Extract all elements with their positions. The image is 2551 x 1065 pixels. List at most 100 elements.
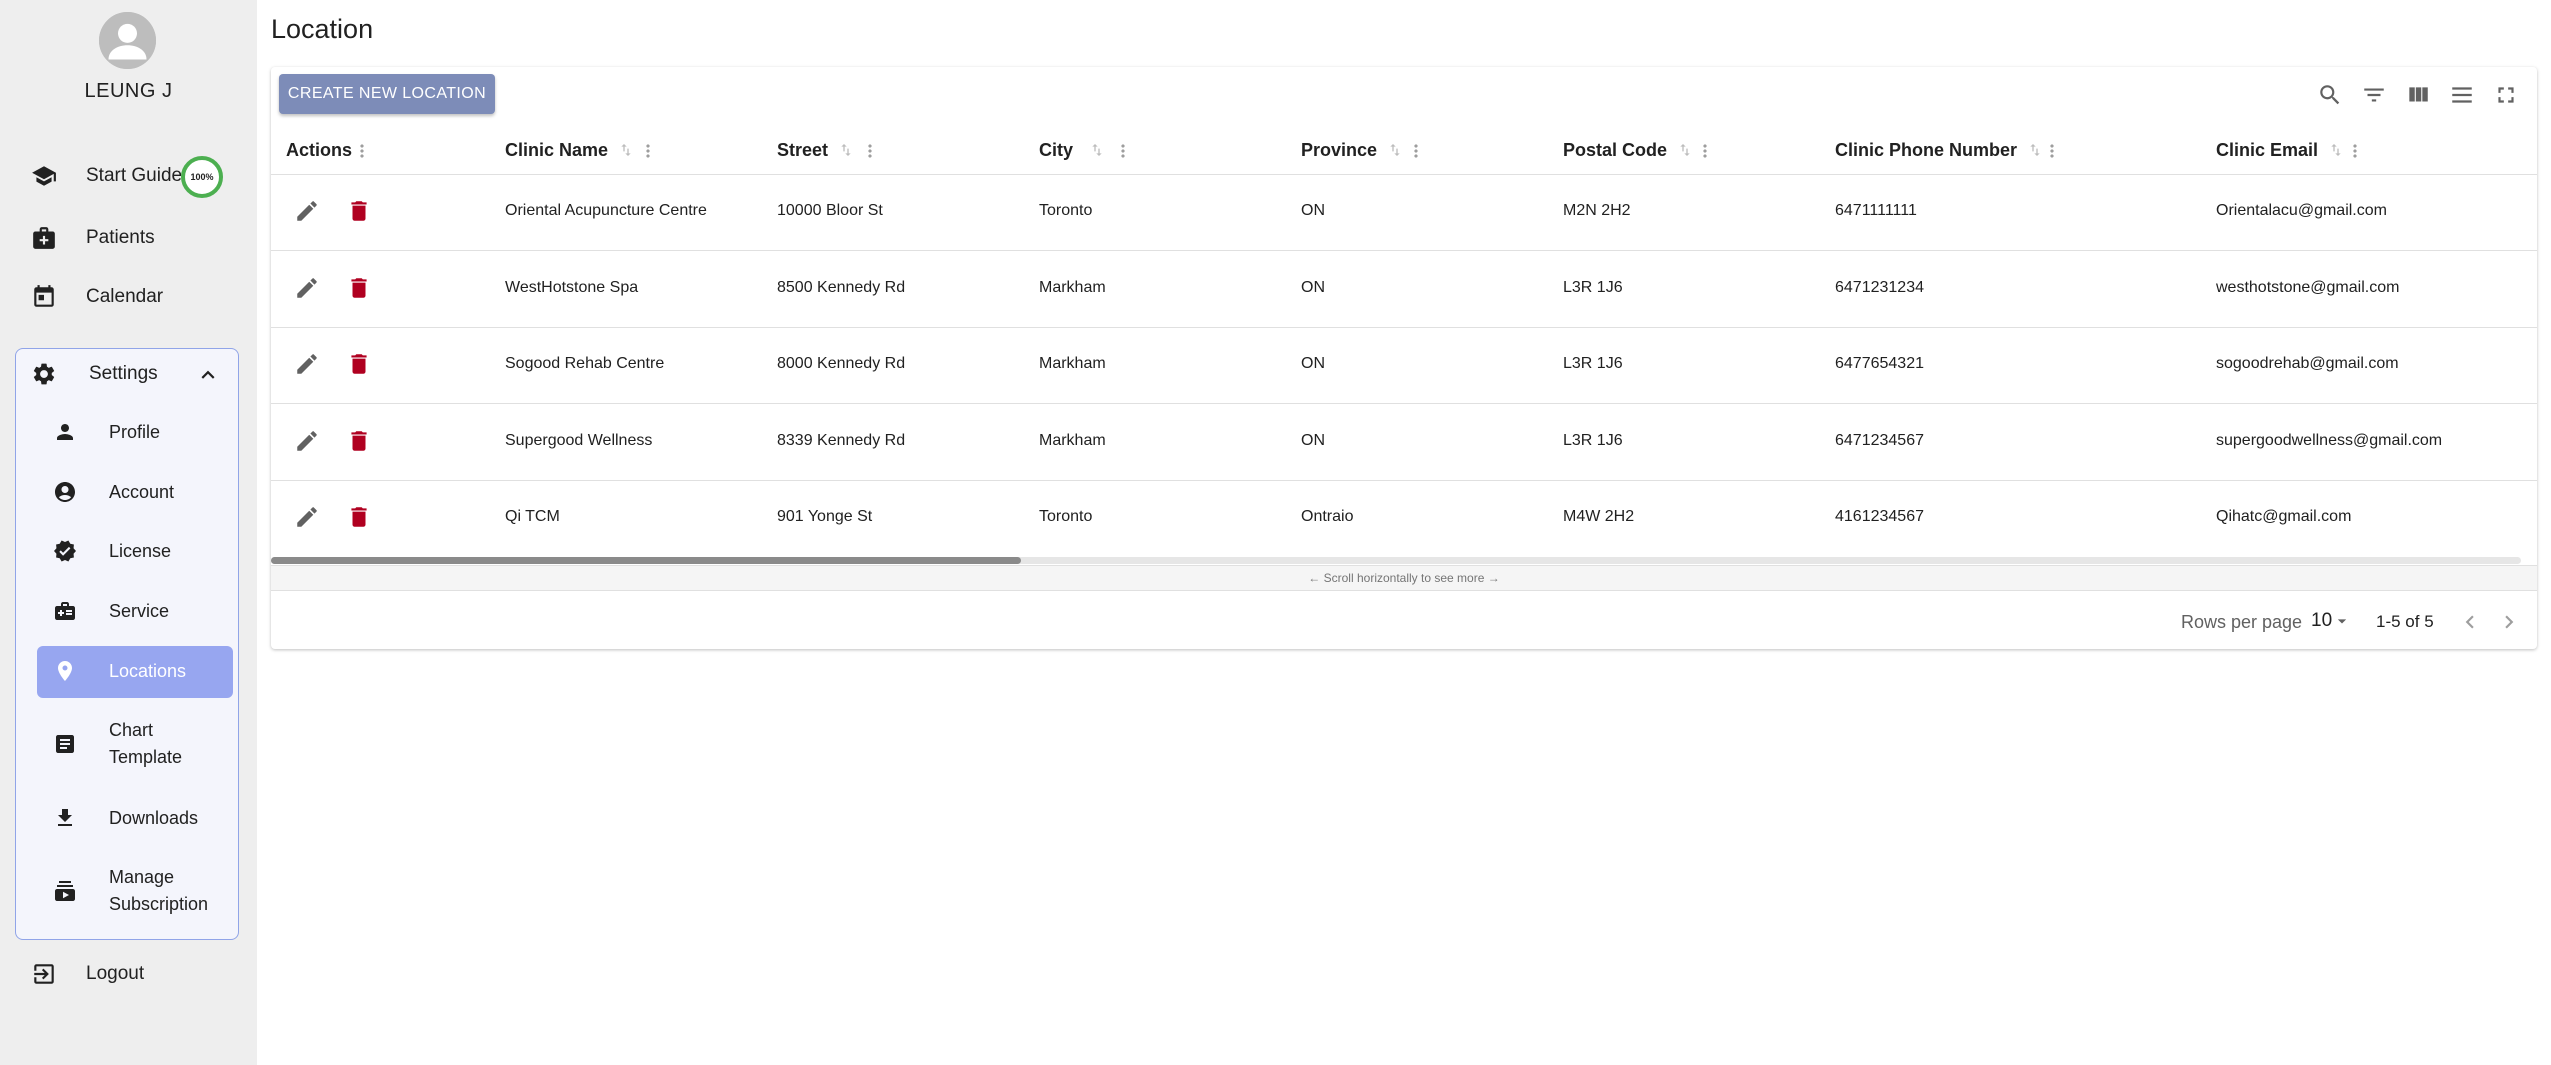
cell-province: ON <box>1301 432 1325 449</box>
delete-icon[interactable] <box>346 428 374 456</box>
edit-icon[interactable] <box>294 428 322 456</box>
rows-per-page-select[interactable]: 10 <box>2311 610 2352 632</box>
cell-street: 901 Yonge St <box>777 508 873 525</box>
edit-icon[interactable] <box>294 275 322 303</box>
next-page-icon[interactable] <box>2496 609 2522 635</box>
settings-item-license[interactable]: License <box>37 526 233 578</box>
column-header-street[interactable]: Street <box>777 138 854 162</box>
edit-icon[interactable] <box>294 504 322 532</box>
pagination-range: 1-5 of 5 <box>2376 612 2434 631</box>
cell-postal-code: M2N 2H2 <box>1563 202 1631 219</box>
settings-item-account[interactable]: Account <box>37 467 233 519</box>
settings-item-service[interactable]: Service <box>37 586 233 638</box>
cell-city: Toronto <box>1039 508 1093 525</box>
column-header-actions[interactable]: Actions <box>286 138 352 162</box>
settings-item-label: Manage Subscription <box>109 864 208 918</box>
scroll-hint: ← Scroll horizontally to see more → <box>1308 571 1500 585</box>
sidebar: LEUNG J Start Guide 100% Patients Calend… <box>0 0 257 1065</box>
column-header-label: Clinic Name <box>505 139 609 160</box>
delete-icon[interactable] <box>346 504 374 532</box>
settings-item-profile[interactable]: Profile <box>37 407 233 459</box>
column-header-label: Clinic Email <box>2216 139 2319 160</box>
document-icon <box>53 732 79 758</box>
column-header-clinic-name[interactable]: Clinic Name <box>505 138 634 162</box>
column-header-label: Province <box>1301 139 1378 160</box>
nav-logout[interactable]: Logout <box>0 946 257 1002</box>
medical-services-icon <box>53 599 79 625</box>
delete-icon[interactable] <box>346 198 374 226</box>
page-title: Location <box>271 14 374 44</box>
delete-icon[interactable] <box>346 351 374 379</box>
sort-icon[interactable] <box>2328 142 2344 158</box>
nav-calendar[interactable]: Calendar <box>0 269 257 325</box>
sort-icon[interactable] <box>1387 142 1403 158</box>
column-menu-icon[interactable] <box>352 140 372 162</box>
column-header-postal-code[interactable]: Postal Code <box>1563 138 1693 162</box>
column-header-clinic-email[interactable]: Clinic Email <box>2216 138 2344 162</box>
person-avatar-icon <box>99 12 156 69</box>
cell-street: 8339 Kennedy Rd <box>777 432 906 449</box>
cell-postal-code: L3R 1J6 <box>1563 432 1623 449</box>
columns-icon[interactable] <box>2405 82 2431 108</box>
divider <box>271 403 2537 404</box>
fullscreen-icon[interactable] <box>2493 82 2519 108</box>
column-menu-icon[interactable] <box>1406 140 1426 162</box>
cell-clinic-name: Sogood Rehab Centre <box>505 355 665 372</box>
settings-item-locations[interactable]: Locations <box>37 646 233 698</box>
cell-postal-code: L3R 1J6 <box>1563 355 1623 372</box>
dropdown-arrow-icon <box>2337 619 2347 624</box>
settings-label: Settings <box>89 363 158 384</box>
edit-icon[interactable] <box>294 351 322 379</box>
filter-icon[interactable] <box>2361 82 2387 108</box>
column-menu-icon[interactable] <box>2345 140 2365 162</box>
cell-street: 10000 Bloor St <box>777 202 883 219</box>
cell-postal-code: M4W 2H2 <box>1563 508 1635 525</box>
column-header-label: Clinic Phone Number <box>1835 139 2018 160</box>
divider <box>271 327 2537 328</box>
settings-item-label: License <box>109 541 172 561</box>
delete-icon[interactable] <box>346 275 374 303</box>
cell-email: westhotstone@gmail.com <box>2216 279 2400 296</box>
sort-icon[interactable] <box>838 142 854 158</box>
column-header-city[interactable]: City <box>1039 138 1105 162</box>
cell-province: ON <box>1301 279 1325 296</box>
density-icon[interactable] <box>2449 82 2475 108</box>
create-new-location-button[interactable]: CREATE NEW LOCATION <box>279 74 495 114</box>
search-icon[interactable] <box>2317 82 2343 108</box>
nav-patients[interactable]: Patients <box>0 210 257 266</box>
sort-icon[interactable] <box>1677 142 1693 158</box>
cell-province: Ontraio <box>1301 508 1354 525</box>
cell-province: ON <box>1301 355 1325 372</box>
column-menu-icon[interactable] <box>638 140 658 162</box>
settings-item-manage-subscription[interactable]: Manage Subscription <box>37 862 233 922</box>
cell-phone: 6471234567 <box>1835 432 1924 449</box>
column-header-clinic-phone-number[interactable]: Clinic Phone Number <box>1835 138 2043 162</box>
scrollbar-thumb[interactable] <box>271 557 1021 564</box>
settings-toggle[interactable]: Settings <box>15 350 239 400</box>
column-menu-icon[interactable] <box>1695 140 1715 162</box>
cell-postal-code: L3R 1J6 <box>1563 279 1623 296</box>
sort-icon[interactable] <box>2027 142 2043 158</box>
sort-icon[interactable] <box>1089 142 1105 158</box>
column-header-label: City <box>1039 139 1074 160</box>
cell-city: Markham <box>1039 355 1106 372</box>
label-line-1: Chart <box>109 720 154 740</box>
column-menu-icon[interactable] <box>2042 140 2062 162</box>
calendar-icon <box>30 283 58 311</box>
settings-item-downloads[interactable]: Downloads <box>37 793 233 845</box>
previous-page-icon[interactable] <box>2457 609 2483 635</box>
cell-city: Markham <box>1039 432 1106 449</box>
column-menu-icon[interactable] <box>1113 140 1133 162</box>
column-menu-icon[interactable] <box>860 140 880 162</box>
nav-label: Calendar <box>86 286 164 307</box>
download-icon <box>53 806 79 832</box>
edit-icon[interactable] <box>294 198 322 226</box>
settings-item-chart-template[interactable]: Chart Template <box>37 715 233 775</box>
avatar[interactable] <box>99 12 156 69</box>
column-header-province[interactable]: Province <box>1301 138 1403 162</box>
person-icon <box>53 420 79 446</box>
account-circle-icon <box>53 480 79 506</box>
sort-icon[interactable] <box>618 142 634 158</box>
settings-item-label: Profile <box>109 422 161 442</box>
divider <box>271 480 2537 481</box>
